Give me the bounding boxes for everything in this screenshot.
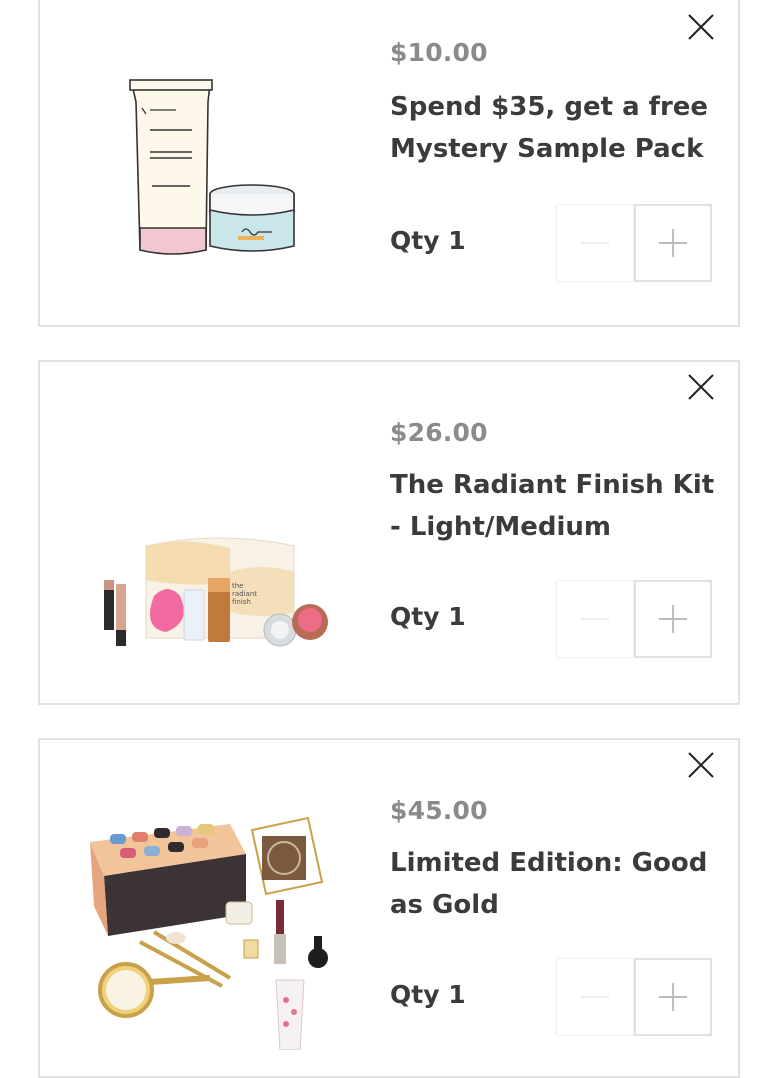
- item-quantity: Qty 1: [390, 226, 466, 255]
- plus-icon: [659, 605, 687, 633]
- item-title[interactable]: Limited Edition: Good as Gold: [390, 842, 720, 926]
- remove-item-button[interactable]: [686, 372, 716, 402]
- increase-quantity-button[interactable]: [634, 204, 712, 282]
- increase-quantity-button[interactable]: [634, 958, 712, 1036]
- minus-icon: [581, 996, 609, 998]
- product-image-radiant-finish-kit[interactable]: the radiant finish: [80, 462, 350, 682]
- close-icon: [688, 14, 714, 40]
- product-image-good-as-gold[interactable]: [80, 810, 350, 1051]
- item-quantity: Qty 1: [390, 980, 466, 1009]
- quantity-stepper: [556, 204, 714, 284]
- svg-text:radiant: radiant: [232, 590, 257, 598]
- minus-icon: [581, 242, 609, 244]
- item-title[interactable]: Spend $35, get a free Mystery Sample Pac…: [390, 86, 720, 170]
- increase-quantity-button[interactable]: [634, 580, 712, 658]
- plus-icon: [659, 983, 687, 1011]
- quantity-stepper: [556, 958, 714, 1038]
- item-price: $45.00: [390, 796, 488, 825]
- minus-icon: [581, 618, 609, 620]
- decrease-quantity-button[interactable]: [556, 580, 634, 658]
- item-price: $10.00: [390, 38, 488, 67]
- item-price: $26.00: [390, 418, 488, 447]
- remove-item-button[interactable]: [686, 12, 716, 42]
- item-title[interactable]: The Radiant Finish Kit - Light/Medium: [390, 464, 720, 548]
- decrease-quantity-button[interactable]: [556, 958, 634, 1036]
- svg-text:finish: finish: [232, 598, 251, 606]
- close-icon: [688, 752, 714, 778]
- decrease-quantity-button[interactable]: [556, 204, 634, 282]
- close-icon: [688, 374, 714, 400]
- cart-item: $10.00 Spend $35, get a free Mystery Sam…: [38, 0, 740, 327]
- remove-item-button[interactable]: [686, 750, 716, 780]
- cart-item: the radiant finish $26.00 The Radiant Fi…: [38, 360, 740, 705]
- quantity-stepper: [556, 580, 714, 660]
- product-image-mystery-sample-pack[interactable]: [80, 68, 350, 288]
- cart-item: $45.00 Limited Edition: Good as Gold Qty…: [38, 738, 740, 1078]
- svg-text:the: the: [232, 582, 244, 590]
- plus-icon: [659, 229, 687, 257]
- item-quantity: Qty 1: [390, 602, 466, 631]
